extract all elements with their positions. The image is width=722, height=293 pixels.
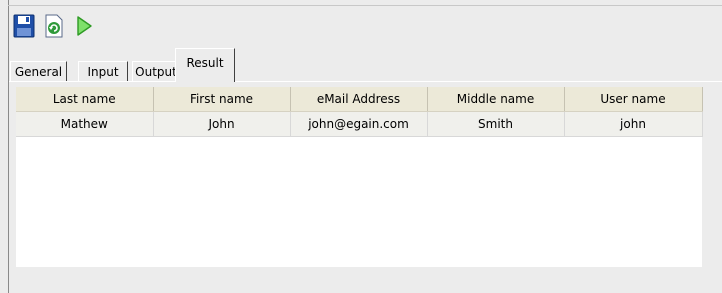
tab-output[interactable]: Output bbox=[132, 61, 180, 82]
tab-strip: General Input Output Result bbox=[9, 45, 722, 82]
tab-general[interactable]: General bbox=[10, 61, 67, 82]
results-table: Last name First name eMail Address Middl… bbox=[16, 87, 703, 137]
toolbar bbox=[12, 10, 96, 42]
results-grid: Last name First name eMail Address Middl… bbox=[16, 87, 703, 267]
column-header-email[interactable]: eMail Address bbox=[290, 87, 428, 112]
tab-general-label: General bbox=[14, 65, 63, 79]
cell-middle-name[interactable]: Smith bbox=[427, 111, 565, 137]
cell-last-name[interactable]: Mathew bbox=[16, 111, 154, 137]
column-header-first-name[interactable]: First name bbox=[153, 87, 291, 112]
column-header-last-name[interactable]: Last name bbox=[16, 87, 154, 112]
window-top-border bbox=[8, 5, 722, 6]
column-header-user-name[interactable]: User name bbox=[564, 87, 703, 112]
refresh-icon bbox=[45, 14, 63, 38]
floppy-disk-icon bbox=[13, 14, 35, 38]
tab-result[interactable]: Result bbox=[175, 48, 235, 82]
tab-input[interactable]: Input bbox=[78, 61, 128, 82]
tab-input-label: Input bbox=[87, 65, 119, 79]
window-left-border bbox=[8, 0, 9, 293]
refresh-button[interactable] bbox=[42, 13, 66, 39]
table-row[interactable]: Mathew John john@egain.com Smith john bbox=[16, 111, 703, 137]
tab-baseline bbox=[9, 81, 722, 82]
cell-email[interactable]: john@egain.com bbox=[290, 111, 428, 137]
cell-user-name[interactable]: john bbox=[564, 111, 703, 137]
column-header-middle-name[interactable]: Middle name bbox=[427, 87, 565, 112]
save-button[interactable] bbox=[12, 13, 36, 39]
run-button[interactable] bbox=[72, 13, 96, 39]
table-header-row: Last name First name eMail Address Middl… bbox=[16, 87, 703, 112]
cell-first-name[interactable]: John bbox=[153, 111, 291, 137]
window: General Input Output Result Last name Fi… bbox=[0, 0, 722, 293]
play-icon bbox=[77, 16, 92, 36]
tab-output-label: Output bbox=[135, 65, 177, 79]
tab-result-label: Result bbox=[186, 56, 224, 70]
